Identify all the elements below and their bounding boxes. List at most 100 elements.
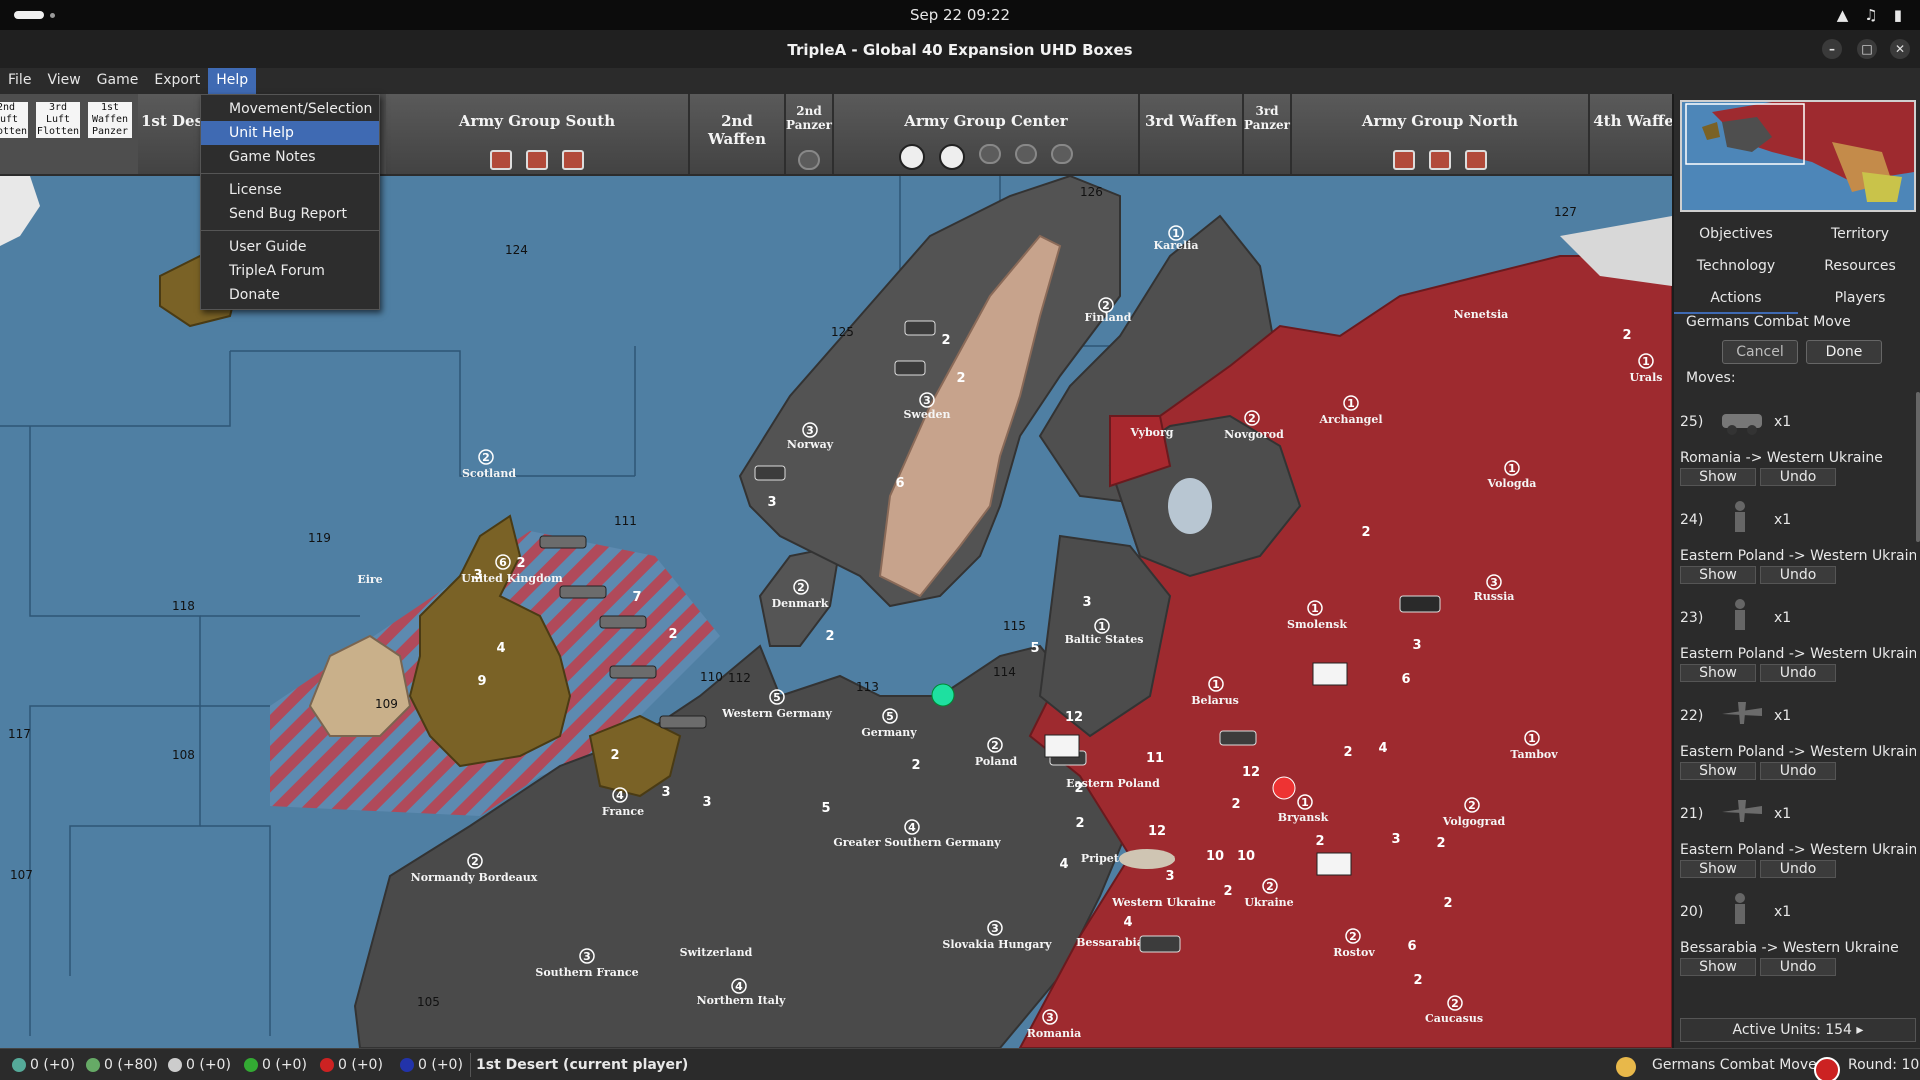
undo-button[interactable]: Undo — [1760, 566, 1836, 584]
tab-objectives[interactable]: Objectives — [1674, 218, 1798, 250]
show-button[interactable]: Show — [1680, 762, 1756, 780]
group-3rd-waffen[interactable]: 3rd Waffen — [1140, 94, 1244, 174]
artillery-icon — [1051, 144, 1073, 164]
menu-item-donate[interactable]: Donate — [201, 283, 379, 307]
marker-ag-centre[interactable] — [1044, 734, 1080, 758]
menu-item-unit-help[interactable]: Unit Help — [201, 121, 379, 145]
menu-export[interactable]: Export — [146, 68, 208, 94]
undo-button[interactable]: Undo — [1760, 468, 1836, 486]
close-button[interactable]: ✕ — [1890, 39, 1910, 59]
marker-1st[interactable] — [1272, 776, 1296, 800]
minimize-button[interactable]: – — [1822, 39, 1842, 59]
minimap-canvas[interactable] — [1682, 102, 1914, 210]
panel-tabs: Objectives Territory Technology Resource… — [1674, 218, 1920, 314]
unit-token-tank[interactable] — [1399, 595, 1441, 613]
unit-card-3rd-luft-flotten[interactable]: 3rd Luft Flotten — [36, 102, 80, 138]
menu-item-game-notes[interactable]: Game Notes — [201, 145, 379, 169]
value-united-kingdom: 6 — [499, 556, 507, 569]
unit-token-tank[interactable] — [754, 465, 786, 481]
unit-card-2nd-luft-flotten[interactable]: 2nd Luft Flotten — [0, 102, 28, 138]
show-button[interactable]: Show — [1680, 958, 1756, 976]
group-2nd-waffen[interactable]: 2nd Waffen — [690, 94, 786, 174]
resource-value: 0 (+0) — [30, 1057, 75, 1073]
pus-icon — [12, 1058, 26, 1072]
ag-north-flag-icon — [1393, 150, 1415, 170]
volume-icon[interactable]: ♫ — [1864, 6, 1877, 24]
undo-button[interactable]: Undo — [1760, 860, 1836, 878]
move-list-scrollbar[interactable] — [1916, 392, 1920, 542]
show-button[interactable]: Show — [1680, 664, 1756, 682]
undo-button[interactable]: Undo — [1760, 958, 1836, 976]
group-label: 4th Waffen — [1593, 112, 1672, 130]
unit-token-tank[interactable] — [1139, 935, 1181, 953]
done-button[interactable]: Done — [1806, 340, 1882, 364]
unit-token-fighter[interactable] — [904, 320, 936, 336]
navy-icon — [400, 1058, 414, 1072]
system-clock[interactable]: Sep 22 09:22 — [0, 6, 1920, 24]
unit-token-cruiser[interactable] — [559, 585, 607, 599]
menu-item-triplea-forum[interactable]: TripleA Forum — [201, 259, 379, 283]
move-route: Eastern Poland -> Western Ukraine — [1680, 548, 1916, 564]
wifi-icon[interactable]: ▲ — [1837, 6, 1849, 24]
label-greater-southern-germany: Greater Southern Germany — [833, 836, 1001, 849]
group-2nd-panzer[interactable]: 2nd Panzer — [786, 94, 834, 174]
menu-game[interactable]: Game — [89, 68, 147, 94]
show-button[interactable]: Show — [1680, 566, 1756, 584]
value-russia: 3 — [1490, 576, 1498, 589]
menu-item-user-guide[interactable]: User Guide — [201, 235, 379, 259]
tab-players[interactable]: Players — [1798, 282, 1920, 314]
undo-button[interactable]: Undo — [1760, 664, 1836, 682]
unit-token-selected[interactable] — [931, 683, 955, 707]
phase-title: Germans Combat Move — [1686, 314, 1851, 330]
menu-item-movement-selection[interactable]: Movement/Selection — [201, 97, 379, 121]
menu-item-license[interactable]: License — [201, 178, 379, 202]
infantry-icon — [1735, 893, 1745, 924]
money-icon — [86, 1058, 100, 1072]
lend-lease-icon — [244, 1058, 258, 1072]
unit-count: 3 — [473, 568, 482, 583]
unit-token-battleship[interactable] — [539, 535, 587, 549]
move-number: 21) — [1680, 806, 1704, 822]
unit-count: 10 — [1237, 849, 1255, 864]
group-army-group-center[interactable]: Army Group Center — [834, 94, 1140, 174]
show-button[interactable]: Show — [1680, 860, 1756, 878]
unit-token-tank[interactable] — [1219, 730, 1257, 746]
tab-actions[interactable]: Actions — [1674, 282, 1798, 314]
group-3rd-panzer[interactable]: 3rd Panzer — [1244, 94, 1292, 174]
group-4th-waffen[interactable]: 4th Waffen — [1590, 94, 1672, 174]
unit-count: 12 — [1065, 710, 1083, 725]
sea-zone-label: 124 — [505, 243, 528, 257]
label-line: Panzer — [786, 118, 832, 132]
label-romania: Romania — [1027, 1027, 1082, 1040]
menu-help[interactable]: Help — [208, 68, 257, 94]
menu-item-send-bug-report[interactable]: Send Bug Report — [201, 202, 379, 226]
tab-technology[interactable]: Technology — [1674, 250, 1798, 282]
unit-card-1st-waffen-panzer[interactable]: 1st Waffen Panzer — [88, 102, 132, 138]
card-line: Panzer — [91, 126, 129, 137]
group-1st-desert[interactable]: 1st Des — [138, 94, 208, 174]
marker-1st-ag[interactable] — [1316, 852, 1352, 876]
tab-territory[interactable]: Territory — [1798, 218, 1920, 250]
active-units-button[interactable]: Active Units: 154 ▸ — [1680, 1018, 1916, 1042]
cancel-button[interactable]: Cancel — [1722, 340, 1798, 364]
unit-token-submarine[interactable] — [609, 665, 657, 679]
label-western-ukraine: Western Ukraine — [1111, 896, 1216, 909]
tab-resources[interactable]: Resources — [1798, 250, 1920, 282]
unit-token-transport[interactable] — [659, 715, 707, 729]
move-quantity: x1 — [1774, 512, 1792, 528]
menu-view[interactable]: View — [39, 68, 88, 94]
unit-token-tank[interactable] — [894, 360, 926, 376]
undo-button[interactable]: Undo — [1760, 762, 1836, 780]
maximize-button[interactable]: □ — [1857, 39, 1877, 59]
group-army-group-north[interactable]: Army Group North — [1292, 94, 1590, 174]
battery-icon[interactable]: ▮ — [1894, 6, 1902, 24]
unit-token-destroyer[interactable] — [599, 615, 647, 629]
menu-file[interactable]: File — [0, 68, 39, 94]
menu-bar: File View Game Export Help — [0, 68, 1920, 94]
marker-2nd-ag[interactable] — [1312, 662, 1348, 686]
label-line: 3rd — [1255, 104, 1279, 118]
value-normandy-bordeaux: 2 — [471, 855, 479, 868]
group-army-group-south[interactable]: Army Group South — [386, 94, 690, 174]
minimap[interactable] — [1680, 100, 1916, 212]
show-button[interactable]: Show — [1680, 468, 1756, 486]
